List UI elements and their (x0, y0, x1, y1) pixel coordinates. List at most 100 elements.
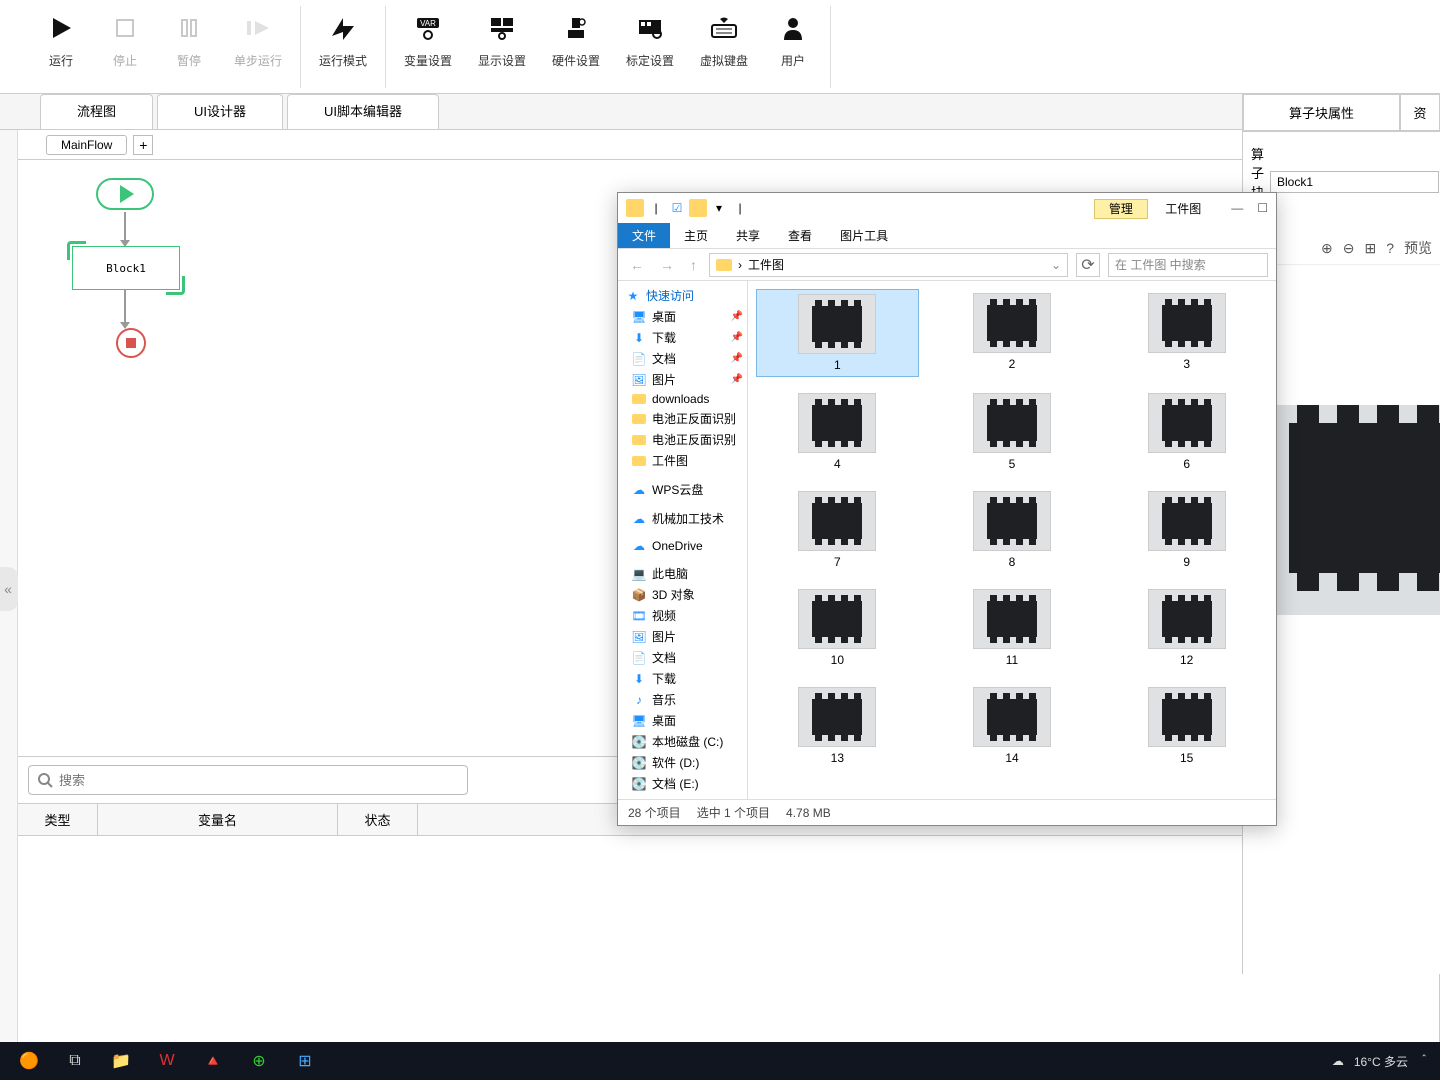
tree-workpiece[interactable]: 工件图 (618, 450, 747, 471)
file-item[interactable]: 14 (931, 683, 1094, 769)
tree-pictures[interactable]: 🖼图片📌 (618, 369, 747, 390)
file-item[interactable]: 13 (756, 683, 919, 769)
tab-flowchart[interactable]: 流程图 (40, 94, 153, 129)
tree-mach[interactable]: ☁机械加工技术 (618, 508, 747, 529)
file-item[interactable]: 8 (931, 487, 1094, 573)
prop-input-blockname[interactable] (1270, 171, 1439, 193)
search-input[interactable] (59, 773, 459, 788)
display-settings-button[interactable]: 显示设置 (472, 6, 532, 69)
taskbar-app-icon[interactable]: 🟠 (10, 1046, 48, 1076)
tray-chevron-icon[interactable]: ＾ (1418, 1053, 1430, 1070)
tree-video[interactable]: 🎞视频 (618, 605, 747, 626)
tree-quick-access[interactable]: ★快速访问 (618, 285, 747, 306)
tree-battery2[interactable]: 电池正反面识别 (618, 429, 747, 450)
file-item[interactable]: 3 (1105, 289, 1268, 377)
path-dropdown-icon[interactable]: ⌄ (1051, 258, 1061, 272)
node-block1[interactable]: Block1 (72, 246, 180, 290)
refresh-icon[interactable]: ⟳ (1076, 253, 1100, 277)
file-item[interactable]: 4 (756, 389, 919, 475)
run-button[interactable]: 运行 (36, 6, 86, 69)
calib-settings-button[interactable]: 标定设置 (620, 6, 680, 69)
step-button[interactable]: 单步运行 (228, 6, 288, 69)
explorer-search[interactable]: 在 工件图 中搜索 (1108, 253, 1268, 277)
hardware-settings-button[interactable]: 硬件设置 (546, 6, 606, 69)
tab-ui-script[interactable]: UI脚本编辑器 (287, 94, 439, 129)
pause-button[interactable]: 暂停 (164, 6, 214, 69)
app-icon[interactable]: ⊕ (240, 1046, 278, 1076)
ribbon-imgtools[interactable]: 图片工具 (826, 223, 902, 248)
nav-up-icon[interactable]: ↑ (686, 257, 701, 273)
minimize-icon[interactable]: — (1231, 201, 1243, 215)
file-item[interactable]: 2 (931, 289, 1094, 377)
nav-tree[interactable]: ★快速访问 🖥桌面📌 ⬇下载📌 📄文档📌 🖼图片📌 downloads 电池正反… (618, 281, 748, 799)
file-item[interactable]: 12 (1105, 585, 1268, 671)
node-start[interactable] (96, 178, 154, 210)
user-button[interactable]: 用户 (768, 6, 818, 69)
nav-forward-icon[interactable]: → (656, 257, 678, 273)
flow-tab-main[interactable]: MainFlow (46, 135, 127, 155)
path-segment[interactable]: 工件图 (748, 256, 784, 273)
tree-desktop2[interactable]: 🖥桌面 (618, 710, 747, 731)
tree-wps[interactable]: ☁WPS云盘 (618, 479, 747, 500)
tree-downloads2[interactable]: ⬇下载 (618, 668, 747, 689)
tree-desktop[interactable]: 🖥桌面📌 (618, 306, 747, 327)
ribbon-file[interactable]: 文件 (618, 223, 670, 248)
file-item[interactable]: 15 (1105, 683, 1268, 769)
tree-pictures2[interactable]: 🖼图片 (618, 626, 747, 647)
help-icon[interactable]: ? (1386, 240, 1394, 256)
tree-downloads-en[interactable]: downloads (618, 390, 747, 408)
file-item[interactable]: 7 (756, 487, 919, 573)
tree-documents[interactable]: 📄文档📌 (618, 348, 747, 369)
search-box[interactable] (28, 765, 468, 795)
file-item[interactable]: 6 (1105, 389, 1268, 475)
file-item[interactable]: 1 (756, 289, 919, 377)
taskbar[interactable]: 🟠 ⧉ 📁 W 🔺 ⊕ ⊞ ☁ 16°C 多云 ＾ (0, 1042, 1440, 1080)
file-item[interactable]: 10 (756, 585, 919, 671)
explorer-icon[interactable]: 📁 (102, 1046, 140, 1076)
nav-back-icon[interactable]: ← (626, 257, 648, 273)
tree-disk-c[interactable]: 💽本地磁盘 (C:) (618, 731, 747, 752)
weather-icon[interactable]: ☁ (1332, 1054, 1344, 1068)
main-tabs: 流程图 UI设计器 UI脚本编辑器 (0, 94, 1440, 130)
tree-downloads[interactable]: ⬇下载📌 (618, 327, 747, 348)
virtual-keyboard-button[interactable]: 虚拟键盘 (694, 6, 754, 69)
grid-icon[interactable]: ⊞ (1364, 240, 1376, 257)
file-explorer-window[interactable]: | ☑ ▾ | 管理 工件图 — ☐ 文件 主页 共享 查看 图片工具 ← (617, 192, 1277, 826)
tab-block-prop[interactable]: 算子块属性 (1243, 94, 1400, 131)
tree-music[interactable]: ♪音乐 (618, 689, 747, 710)
tree-documents2[interactable]: 📄文档 (618, 647, 747, 668)
tree-onedrive[interactable]: ☁OneDrive (618, 537, 747, 555)
tree-disk-e[interactable]: 💽文档 (E:) (618, 773, 747, 794)
maximize-icon[interactable]: ☐ (1257, 201, 1268, 215)
file-item[interactable]: 5 (931, 389, 1094, 475)
qat-dropdown-icon[interactable]: ▾ (710, 199, 728, 217)
file-grid[interactable]: 123456789101112131415 (748, 281, 1276, 799)
tab-ui-designer[interactable]: UI设计器 (157, 94, 283, 129)
zoom-in-icon[interactable]: ⊕ (1321, 240, 1333, 257)
flow-add-button[interactable]: + (133, 135, 153, 155)
tree-disk-d[interactable]: 💽软件 (D:) (618, 752, 747, 773)
var-settings-button[interactable]: VAR 变量设置 (398, 6, 458, 69)
app-icon[interactable]: 🔺 (194, 1046, 232, 1076)
zoom-out-icon[interactable]: ⊖ (1343, 240, 1355, 257)
task-view-icon[interactable]: ⧉ (56, 1046, 94, 1076)
explorer-titlebar[interactable]: | ☑ ▾ | 管理 工件图 — ☐ (618, 193, 1276, 223)
address-path[interactable]: › 工件图 ⌄ (709, 253, 1068, 277)
expand-left-icon[interactable]: « (0, 567, 18, 611)
tree-3d[interactable]: 📦3D 对象 (618, 584, 747, 605)
ribbon-view[interactable]: 查看 (774, 223, 826, 248)
file-item[interactable]: 11 (931, 585, 1094, 671)
file-item[interactable]: 9 (1105, 487, 1268, 573)
qat-check-icon[interactable]: ☑ (668, 199, 686, 217)
ribbon-share[interactable]: 共享 (722, 223, 774, 248)
file-label: 10 (831, 653, 844, 667)
runmode-button[interactable]: 运行模式 (313, 6, 373, 69)
ribbon-home[interactable]: 主页 (670, 223, 722, 248)
tree-thispc[interactable]: 💻此电脑 (618, 563, 747, 584)
wps-icon[interactable]: W (148, 1046, 186, 1076)
tree-battery1[interactable]: 电池正反面识别 (618, 408, 747, 429)
tab-resource[interactable]: 资 (1400, 94, 1440, 131)
app-icon[interactable]: ⊞ (286, 1046, 324, 1076)
node-stop[interactable] (116, 328, 146, 358)
stop-button[interactable]: 停止 (100, 6, 150, 69)
